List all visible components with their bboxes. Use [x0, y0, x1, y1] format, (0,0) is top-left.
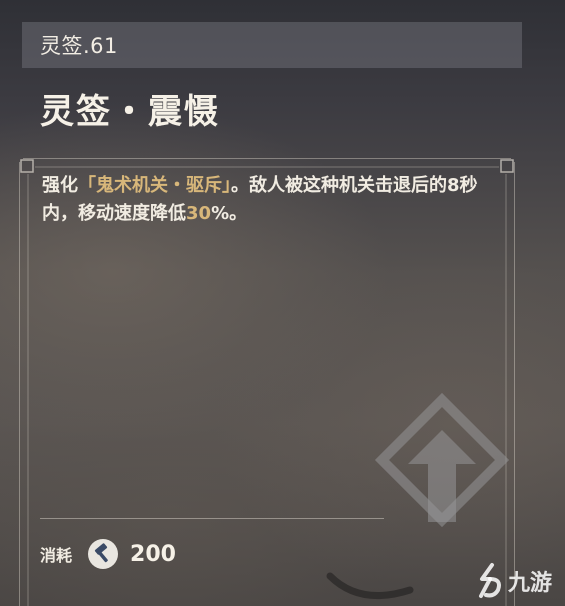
upgrade-arrow-emblem-icon	[374, 392, 510, 528]
divider	[40, 518, 384, 519]
desc-number: 30	[186, 203, 212, 224]
header-label: 灵签.61	[40, 34, 118, 58]
cost-value: 200	[130, 541, 176, 567]
watermark: 九游	[474, 562, 552, 600]
cost-row: 消耗 200	[40, 536, 176, 572]
description-text: 强化「鬼术机关・驱斥」。敌人被这种机关击退后的8秒内，移动速度降低30%。	[42, 172, 502, 228]
hammer-coin-icon	[88, 539, 119, 569]
card-title: 灵签・震慑	[40, 92, 220, 132]
desc-part3: %。	[211, 203, 248, 224]
desc-highlight: 「鬼术机关・驱斥」	[78, 175, 231, 196]
bottom-ornament	[326, 572, 414, 599]
cost-label: 消耗	[40, 546, 73, 565]
jiuyou-logo-icon	[479, 563, 501, 598]
watermark-text: 九游	[508, 571, 553, 596]
desc-part1: 强化	[42, 175, 78, 196]
